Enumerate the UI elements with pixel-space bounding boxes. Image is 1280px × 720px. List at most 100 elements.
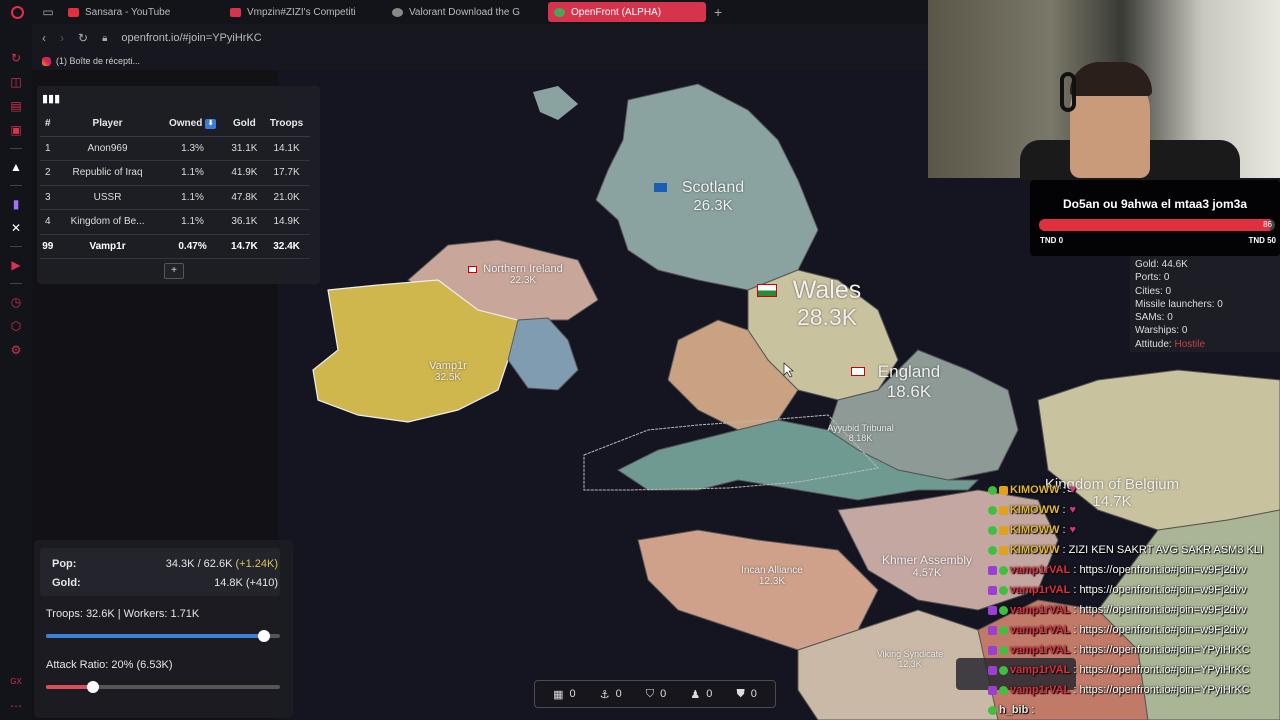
chat-username[interactable]: vamp1rVAL bbox=[1010, 600, 1070, 620]
troops-slider[interactable] bbox=[46, 630, 280, 642]
leaderboard-row[interactable]: 3 USSR 1.1% 47.8K 21.0K bbox=[40, 185, 310, 210]
chat-username[interactable]: KIMOWW bbox=[1010, 540, 1059, 560]
leaderboard-row[interactable]: 1 Anon969 1.3% 31.1K 14.1K bbox=[40, 136, 310, 161]
build-defense-button[interactable]: ⛉ 0 bbox=[646, 688, 666, 701]
chat-username[interactable]: KIMOWW bbox=[1010, 500, 1059, 520]
player-name: Republic of Iraq bbox=[55, 160, 160, 186]
verified-badge-icon bbox=[999, 665, 1008, 675]
crown-badge-icon bbox=[999, 545, 1008, 555]
gx-icon[interactable]: GX bbox=[8, 674, 24, 690]
col-troops[interactable]: Troops bbox=[263, 112, 310, 137]
col-owned[interactable]: Owned ⬇ bbox=[159, 112, 226, 137]
forward-icon[interactable]: › bbox=[60, 31, 64, 45]
headset-icon bbox=[1060, 72, 1076, 112]
pop-value-group: 34.3K / 62.6K (+1.24K) bbox=[166, 558, 278, 570]
leaderboard-row[interactable]: 4 Kingdom of Be... 1.1% 36.1K 14.9K bbox=[40, 209, 310, 235]
territory-troops: 4.57K bbox=[912, 567, 942, 579]
twitch-icon[interactable]: ▮ bbox=[8, 196, 24, 212]
chat-message: vamp1rVAL: https://openfront.io#join=YPy… bbox=[988, 640, 1280, 660]
col-player[interactable]: Player bbox=[55, 112, 160, 137]
verified-badge-icon bbox=[988, 485, 997, 495]
bag-icon[interactable]: ◫ bbox=[8, 74, 24, 90]
tab-youtube[interactable]: Sansara - YouTube bbox=[62, 2, 220, 22]
chat-username[interactable]: KIMOWW bbox=[1010, 480, 1059, 500]
tab-overview-icon[interactable]: ▭ bbox=[34, 5, 62, 19]
cube-icon[interactable]: ⬡ bbox=[8, 318, 24, 334]
history-icon[interactable]: ↻ bbox=[8, 50, 24, 66]
chat-username[interactable]: vamp1rVAL bbox=[1010, 660, 1070, 680]
aria-icon[interactable]: ▲ bbox=[8, 159, 24, 175]
troops-slider-fill bbox=[46, 634, 264, 638]
chat-text: : bbox=[1031, 704, 1035, 716]
gold: 47.8K bbox=[225, 185, 264, 210]
col-gold[interactable]: Gold bbox=[225, 112, 264, 137]
sidebar-divider bbox=[10, 148, 22, 149]
flag-scotland-icon bbox=[654, 183, 667, 192]
url-field[interactable]: openfront.io/#join=YPyiHrKC bbox=[121, 32, 261, 44]
tab-twitch-competition[interactable]: Vmpzin#ZIZI's Competiti bbox=[224, 2, 382, 22]
chat-username[interactable]: vamp1rVAL bbox=[1010, 680, 1070, 700]
wallet-icon[interactable]: ▤ bbox=[8, 98, 24, 114]
attack-slider-handle[interactable] bbox=[86, 681, 99, 693]
chat-username[interactable]: vamp1rVAL bbox=[1010, 560, 1070, 580]
gold: 36.1K bbox=[225, 209, 264, 235]
rank: 4 bbox=[40, 209, 56, 235]
territory-name: Incan Alliance bbox=[741, 565, 803, 576]
chat-message: KIMOWW : ♥ bbox=[988, 480, 1280, 500]
map-label-ayyubid-tribunal: Ayyubid Tribunal 8.18K bbox=[808, 424, 913, 443]
chat-message: vamp1rVAL: https://openfront.io#join=YPy… bbox=[988, 660, 1280, 680]
chat-message: vamp1rVAL: https://openfront.io#join=w9F… bbox=[988, 560, 1280, 580]
player-name: Vamp1r bbox=[55, 234, 160, 259]
port-count: 0 bbox=[615, 688, 622, 700]
troops-slider-handle[interactable] bbox=[257, 630, 270, 642]
leaderboard-expand-button[interactable]: + bbox=[164, 263, 184, 279]
tab-title: Sansara - YouTube bbox=[85, 6, 171, 18]
territory-incan-alliance bbox=[637, 529, 879, 651]
back-icon[interactable]: ‹ bbox=[42, 31, 46, 45]
tab-valorant[interactable]: Valorant Download the G bbox=[386, 2, 544, 22]
build-port-button[interactable]: ⚓︎ 0 bbox=[600, 688, 622, 701]
owned: 0.47% bbox=[159, 234, 226, 259]
arrow-down-icon: ⬇ bbox=[205, 118, 217, 129]
leaderboard-icon[interactable]: ▮▮▮ bbox=[42, 92, 60, 105]
browser-sidebar: ↻ ◫ ▤ ▣ ▲ ▮ ✕ ▶ ◷ ⬡ ⚙ GX ⋯ bbox=[0, 24, 32, 720]
gold-value: 14.8K (+410) bbox=[214, 577, 278, 589]
heart-emote-icon: ♥ bbox=[1069, 484, 1077, 496]
player-icon[interactable]: ▶ bbox=[8, 257, 24, 273]
more-icon[interactable]: ⋯ bbox=[8, 698, 24, 714]
messenger-icon[interactable]: ▣ bbox=[8, 122, 24, 138]
build-missile-button[interactable]: ♟ 0 bbox=[690, 688, 712, 701]
new-tab-button[interactable]: + bbox=[714, 4, 722, 20]
bookmark-instagram[interactable]: (1) Boîte de récepti... bbox=[56, 56, 140, 66]
tab-openfront[interactable]: OpenFront (ALPHA) bbox=[548, 2, 706, 22]
leaderboard-row-self[interactable]: 99 Vamp1r 0.47% 14.7K 32.4K bbox=[40, 234, 310, 259]
reload-icon[interactable]: ↻ bbox=[78, 31, 88, 45]
chat-username[interactable]: vamp1rVAL bbox=[1010, 640, 1070, 660]
col-rank: # bbox=[40, 112, 56, 137]
attack-slider-fill bbox=[46, 685, 93, 689]
attitude-label: Attitude: bbox=[1135, 338, 1172, 350]
chat-username[interactable]: vamp1rVAL bbox=[1010, 620, 1070, 640]
broadcaster-badge-icon bbox=[988, 625, 997, 635]
settings-icon[interactable]: ⚙ bbox=[8, 342, 24, 358]
sidebar-divider bbox=[10, 185, 22, 186]
clock-icon[interactable]: ◷ bbox=[8, 294, 24, 310]
verified-badge-icon bbox=[988, 505, 997, 515]
troops-workers-text: Troops: 32.6K | Workers: 1.71K bbox=[46, 608, 200, 620]
build-city-button[interactable]: ▦ 0 bbox=[553, 688, 576, 701]
map-label-vamp1r: Vamp1r 32.5K bbox=[408, 361, 488, 383]
chat-username[interactable]: h_bib bbox=[999, 700, 1028, 720]
chat-username[interactable]: KIMOWW bbox=[1010, 520, 1059, 540]
broadcaster-badge-icon bbox=[988, 585, 997, 595]
chat-text: : bbox=[1062, 524, 1066, 536]
chat-username[interactable]: vamp1rVAL bbox=[1010, 580, 1070, 600]
leaderboard-row[interactable]: 2 Republic of Iraq 1.1% 41.9K 17.7K bbox=[40, 160, 310, 186]
attack-ratio-slider[interactable] bbox=[46, 681, 280, 693]
opera-logo-icon[interactable] bbox=[0, 0, 34, 24]
rank: 1 bbox=[40, 136, 56, 161]
x-icon[interactable]: ✕ bbox=[8, 220, 24, 236]
build-sam-button[interactable]: ⛊ 0 bbox=[737, 688, 757, 701]
poll-value: 86 bbox=[1263, 220, 1272, 229]
territory-troops: 28.3K bbox=[796, 304, 858, 330]
verified-badge-icon bbox=[988, 705, 997, 715]
